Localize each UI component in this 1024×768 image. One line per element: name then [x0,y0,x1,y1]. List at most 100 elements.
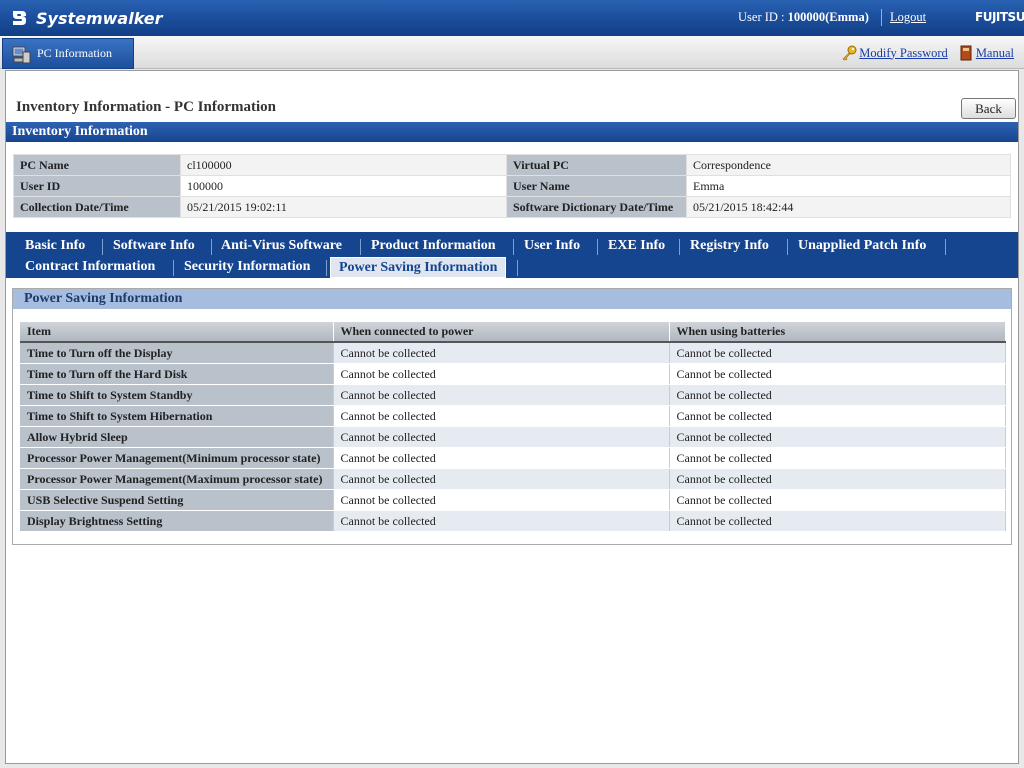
tab-divider [597,239,598,255]
item-cell: Allow Hybrid Sleep [20,426,334,448]
battery-value-cell: Cannot be collected [669,405,1006,427]
tab-security-information[interactable]: Security Information [184,257,310,277]
tab-user-info[interactable]: User Info [524,236,580,256]
tab-anti-virus-software[interactable]: Anti-Virus Software [221,236,342,256]
tab-divider [679,239,680,255]
tab-registry-info[interactable]: Registry Info [690,236,769,256]
ac-value-cell: Cannot be collected [333,426,670,448]
logout-link[interactable]: Logout [890,10,926,25]
inventory-table: PC Name cl100000 Virtual PC Corresponden… [13,154,1011,218]
inventory-row: PC Name cl100000 Virtual PC Corresponden… [13,154,1011,176]
nav-links: Modify Password Manual [831,45,1014,61]
table-row: Allow Hybrid Sleep Cannot be collected C… [20,426,1006,448]
battery-value-cell: Cannot be collected [669,384,1006,406]
info-tabs: Basic Info Software Info Anti-Virus Soft… [6,234,1018,278]
header-divider [881,9,882,26]
ac-value-cell: Cannot be collected [333,363,670,385]
inv-key: Software Dictionary Date/Time [506,196,687,218]
back-button[interactable]: Back [961,98,1016,119]
tab-exe-info[interactable]: EXE Info [608,236,665,256]
tab-divider [517,260,518,276]
power-saving-panel: Power Saving Information Item When conne… [12,288,1012,545]
pc-icon [12,46,31,63]
key-icon [842,45,857,61]
inv-value: 05/21/2015 19:02:11 [180,196,507,218]
battery-value-cell: Cannot be collected [669,510,1006,532]
table-row: Processor Power Management(Minimum proce… [20,447,1006,469]
inv-key: Virtual PC [506,154,687,176]
tab-divider [513,239,514,255]
inv-key: User Name [506,175,687,197]
tab-unapplied-patch-info[interactable]: Unapplied Patch Info [798,236,926,256]
item-cell: Time to Turn off the Hard Disk [20,363,334,385]
table-header-row: Item When connected to power When using … [20,322,1006,343]
ac-value-cell: Cannot be collected [333,489,670,511]
tab-divider [945,239,946,255]
user-id-display: User ID : 100000(Emma) [738,10,869,24]
tab-basic-info[interactable]: Basic Info [25,236,85,256]
power-saving-table: Item When connected to power When using … [20,322,1006,532]
inv-value: cl100000 [180,154,507,176]
systemwalker-logo: Systemwalker [10,6,163,30]
inventory-row: Collection Date/Time 05/21/2015 19:02:11… [13,196,1011,218]
inventory-info-box: PC Name cl100000 Virtual PC Corresponden… [6,142,1018,234]
fujitsu-brand: FUJITSU [975,10,1024,24]
tab-power-saving-information[interactable]: Power Saving Information [330,257,507,278]
ac-value-cell: Cannot be collected [333,342,670,364]
modify-password-link[interactable]: Modify Password [859,46,948,61]
inv-value: 05/21/2015 18:42:44 [686,196,1011,218]
item-cell: Time to Shift to System Standby [20,384,334,406]
inv-key: Collection Date/Time [13,196,181,218]
ac-value-cell: Cannot be collected [333,447,670,469]
battery-value-cell: Cannot be collected [669,489,1006,511]
inventory-section-header: Inventory Information [6,122,1018,142]
battery-value-cell: Cannot be collected [669,447,1006,469]
table-row: Display Brightness Setting Cannot be col… [20,510,1006,532]
tab-divider [211,239,212,255]
inv-value: Correspondence [686,154,1011,176]
battery-value-cell: Cannot be collected [669,468,1006,490]
tab-divider [326,260,327,276]
item-cell: Time to Shift to System Hibernation [20,405,334,427]
ac-value-cell: Cannot be collected [333,405,670,427]
inv-value: 100000 [180,175,507,197]
top-header: Systemwalker User ID : 100000(Emma) Logo… [0,0,1024,36]
inv-value: Emma [686,175,1011,197]
table-row: Time to Shift to System Hibernation Cann… [20,405,1006,427]
manual-link[interactable]: Manual [976,46,1014,61]
tab-software-info[interactable]: Software Info [113,236,195,256]
ac-value-cell: Cannot be collected [333,510,670,532]
item-cell: USB Selective Suspend Setting [20,489,334,511]
table-row: Processor Power Management(Maximum proce… [20,468,1006,490]
tab-divider [360,239,361,255]
battery-value-cell: Cannot be collected [669,426,1006,448]
ac-value-cell: Cannot be collected [333,384,670,406]
main-panel: Inventory Information - PC Information B… [5,70,1019,764]
item-cell: Processor Power Management(Minimum proce… [20,447,334,469]
tab-divider [102,239,103,255]
table-row: USB Selective Suspend Setting Cannot be … [20,489,1006,511]
item-cell: Processor Power Management(Maximum proce… [20,468,334,490]
tab-divider [787,239,788,255]
column-header-battery[interactable]: When using batteries [669,322,1006,343]
tab-divider [173,260,174,276]
tab-pc-information[interactable]: PC Information [2,38,134,69]
book-icon [960,45,972,61]
logo-text: Systemwalker [36,8,163,28]
inventory-row: User ID 100000 User Name Emma [13,175,1011,197]
inv-key: PC Name [13,154,181,176]
table-row: Time to Turn off the Hard Disk Cannot be… [20,363,1006,385]
battery-value-cell: Cannot be collected [669,363,1006,385]
nav-bar: PC Information Modify Password Manual [0,36,1024,69]
table-row: Time to Turn off the Display Cannot be c… [20,342,1006,364]
table-row: Time to Shift to System Standby Cannot b… [20,384,1006,406]
inv-key: User ID [13,175,181,197]
item-cell: Time to Turn off the Display [20,342,334,364]
tab-contract-information[interactable]: Contract Information [25,257,155,277]
battery-value-cell: Cannot be collected [669,342,1006,364]
column-header-item[interactable]: Item [20,322,334,343]
column-header-ac[interactable]: When connected to power [333,322,670,343]
systemwalker-logo-icon [13,11,26,25]
item-cell: Display Brightness Setting [20,510,334,532]
tab-product-information[interactable]: Product Information [371,236,496,256]
